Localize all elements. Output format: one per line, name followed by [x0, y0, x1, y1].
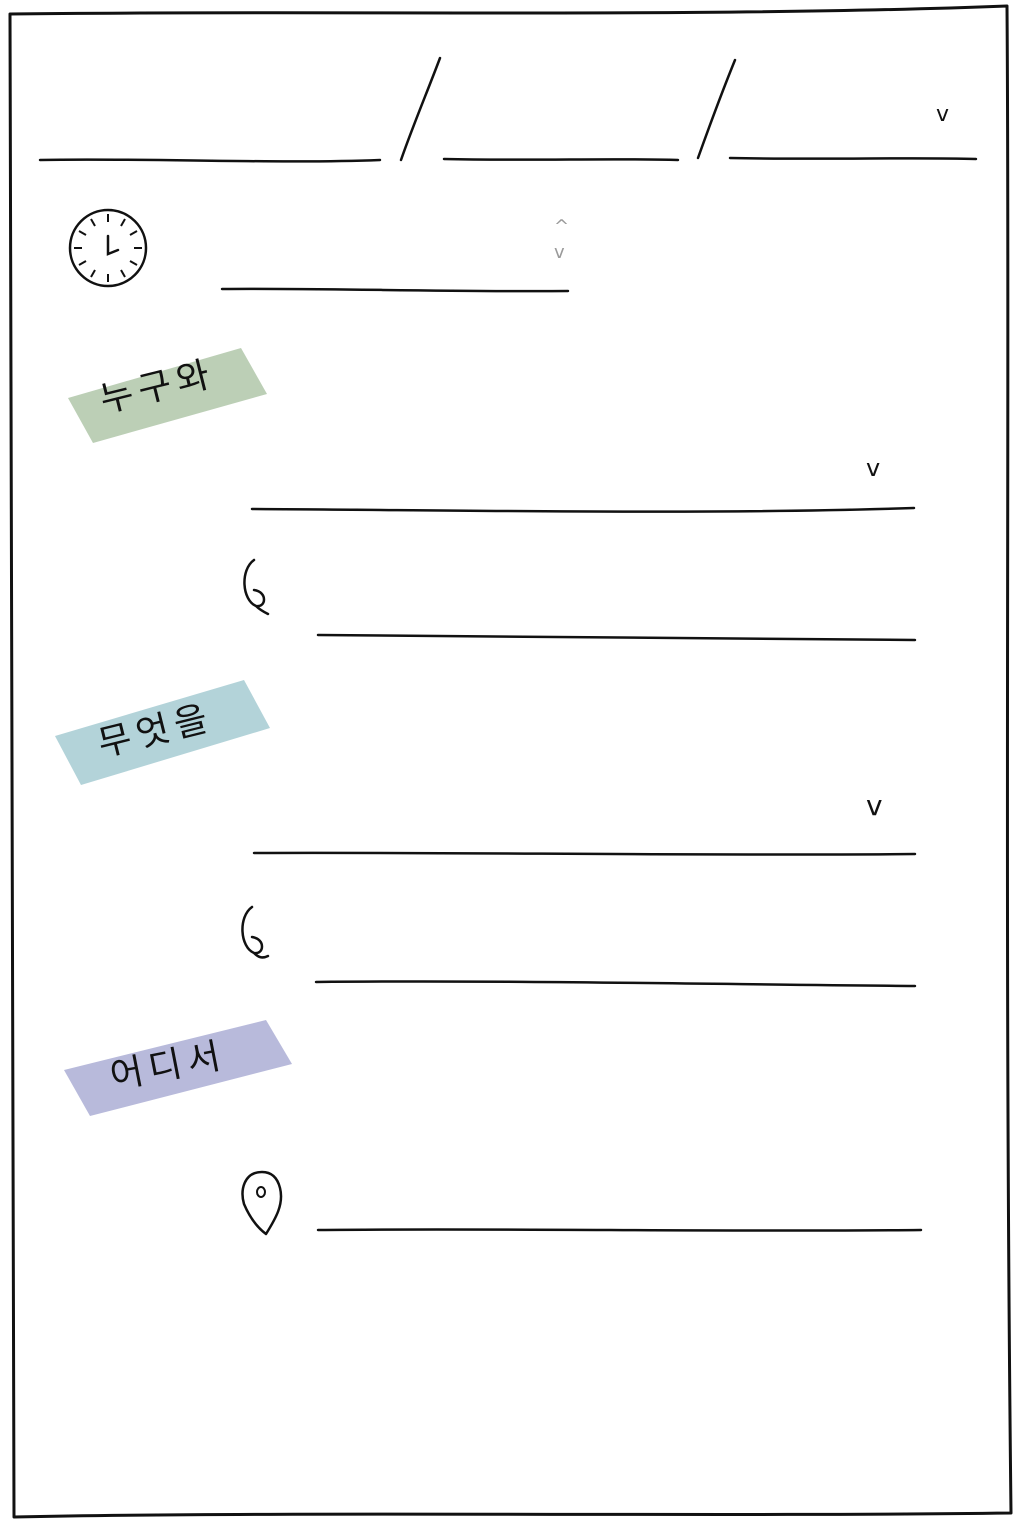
what-select[interactable]: [258, 796, 858, 850]
form-sketch: [8, 4, 1013, 1519]
who-select[interactable]: [256, 452, 856, 506]
date-year-input[interactable]: [44, 108, 376, 156]
what-note-underline: [314, 980, 917, 988]
time-input[interactable]: [226, 236, 546, 286]
who-select-underline: [250, 506, 916, 513]
date-day-underline: [728, 156, 978, 161]
where-underline: [316, 1228, 923, 1232]
map-pin-icon: [241, 1170, 283, 1236]
date-month-underline: [442, 157, 680, 162]
time-spinner-up-icon[interactable]: ^: [554, 218, 569, 236]
who-note-input[interactable]: [322, 580, 912, 634]
date-day-chevron-down-icon[interactable]: v: [936, 104, 949, 126]
date-day-input[interactable]: [734, 108, 930, 156]
where-input[interactable]: [322, 1174, 918, 1228]
who-note-underline: [316, 633, 917, 642]
what-chevron-down-icon[interactable]: v: [866, 792, 883, 820]
date-year-underline: [38, 158, 382, 163]
date-month-input[interactable]: [448, 108, 674, 156]
what-select-underline: [252, 851, 917, 856]
time-spinner-down-icon[interactable]: v: [554, 244, 565, 262]
clock-icon: [68, 208, 148, 288]
who-chevron-down-icon[interactable]: v: [866, 456, 880, 480]
who-note-icon: [243, 558, 270, 616]
what-note-icon: [241, 905, 270, 959]
date-separator-1: [399, 56, 442, 162]
date-separator-2: [696, 58, 737, 160]
time-underline: [220, 287, 570, 293]
page-border: [8, 4, 1013, 1519]
what-note-input[interactable]: [320, 926, 912, 980]
